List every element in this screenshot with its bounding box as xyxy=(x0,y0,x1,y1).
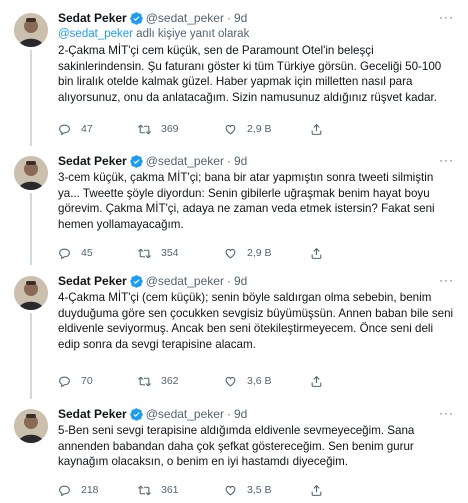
display-name[interactable]: Sedat Peker xyxy=(58,274,127,288)
verified-badge-icon xyxy=(129,407,143,421)
more-icon[interactable]: ··· xyxy=(439,10,454,24)
reply-icon xyxy=(59,248,70,259)
handle[interactable]: @sedat_peker xyxy=(146,154,224,168)
like-icon xyxy=(225,376,236,386)
reply-icon xyxy=(59,124,70,135)
tweet-header: Sedat Peker @sedat_peker · 9d ··· xyxy=(58,406,458,422)
separator-dot: · xyxy=(226,407,231,421)
separator-dot: · xyxy=(226,154,231,168)
like-count: 3,6 B xyxy=(247,375,272,387)
timestamp[interactable]: 9d xyxy=(234,154,247,168)
like-button[interactable]: 2,9 B xyxy=(224,246,310,260)
verified-badge-icon xyxy=(129,11,143,25)
more-icon[interactable]: ··· xyxy=(439,273,454,287)
share-button[interactable] xyxy=(310,122,350,136)
retweet-button[interactable]: 361 xyxy=(138,483,224,497)
verified-badge-icon xyxy=(129,154,143,168)
tweet-text: 4-Çakma MİT'çi (cem küçük); senin böyle … xyxy=(58,291,454,351)
tweet[interactable]: Sedat Peker @sedat_peker · 9d ··· 3-cem … xyxy=(0,143,468,265)
retweet-icon xyxy=(138,376,151,386)
timestamp[interactable]: 9d xyxy=(234,274,247,288)
like-icon xyxy=(225,485,236,495)
tweet-header: Sedat Peker @sedat_peker · 9d ··· xyxy=(58,153,458,169)
reply-context: @sedat_peker adlı kişiye yanıt olarak xyxy=(58,27,458,42)
tweet-header: Sedat Peker @sedat_peker · 9d ··· xyxy=(58,273,458,289)
tweet[interactable]: Sedat Peker @sedat_peker · 9d ··· 5-Ben … xyxy=(0,396,468,503)
tweet[interactable]: Sedat Peker @sedat_peker · 9d ··· 4-Çakm… xyxy=(0,263,468,399)
thread-line xyxy=(30,193,32,265)
display-name[interactable]: Sedat Peker xyxy=(58,154,127,168)
tweet-actions: 47 369 2,9 B xyxy=(58,122,378,136)
tweet-header: Sedat Peker @sedat_peker · 9d ··· xyxy=(58,10,458,26)
thread-line xyxy=(30,50,32,146)
timestamp[interactable]: 9d xyxy=(234,11,247,25)
separator-dot: · xyxy=(226,274,231,288)
share-icon xyxy=(311,247,322,259)
avatar-photo xyxy=(14,13,48,47)
share-icon xyxy=(311,375,322,387)
retweet-count: 354 xyxy=(161,247,179,259)
like-count: 3,5 B xyxy=(247,484,272,496)
like-icon xyxy=(225,124,236,134)
handle[interactable]: @sedat_peker xyxy=(146,274,224,288)
like-button[interactable]: 3,6 B xyxy=(224,374,310,388)
display-name[interactable]: Sedat Peker xyxy=(58,11,127,25)
share-button[interactable] xyxy=(310,374,350,388)
display-name[interactable]: Sedat Peker xyxy=(58,407,127,421)
share-button[interactable] xyxy=(310,246,350,260)
share-button[interactable] xyxy=(310,483,350,497)
reply-button[interactable]: 47 xyxy=(58,122,138,136)
timestamp[interactable]: 9d xyxy=(234,407,247,421)
tweet-thread: Sedat Peker @sedat_peker · 9d ··· @sedat… xyxy=(0,0,468,503)
reply-icon xyxy=(59,376,70,387)
share-icon xyxy=(311,484,322,496)
reply-button[interactable]: 45 xyxy=(58,246,138,260)
tweet-text: 5-Ben seni sevgi terapisine aldığımda el… xyxy=(58,424,415,468)
reply-button[interactable]: 70 xyxy=(58,374,138,388)
avatar[interactable] xyxy=(14,13,48,47)
reply-button[interactable]: 218 xyxy=(58,483,138,497)
more-icon[interactable]: ··· xyxy=(439,153,454,167)
retweet-count: 369 xyxy=(161,123,179,135)
more-icon[interactable]: ··· xyxy=(439,406,454,420)
like-count: 2,9 B xyxy=(247,123,272,135)
tweet-actions: 45 354 2,9 B xyxy=(58,246,378,260)
retweet-icon xyxy=(138,124,151,134)
retweet-button[interactable]: 369 xyxy=(138,122,224,136)
separator-dot: · xyxy=(226,11,231,25)
tweet[interactable]: Sedat Peker @sedat_peker · 9d ··· @sedat… xyxy=(0,0,468,146)
reply-mention-link[interactable]: @sedat_peker xyxy=(58,28,133,40)
reply-count: 47 xyxy=(81,123,93,135)
reply-context-text: adlı kişiye yanıt olarak xyxy=(132,28,250,40)
tweet-text: 2-Çakma MİT'çi cem küçük, sen de Paramou… xyxy=(58,44,442,104)
like-button[interactable]: 3,5 B xyxy=(224,483,310,497)
verified-badge-icon xyxy=(129,274,143,288)
tweet-actions: 218 361 3,5 B xyxy=(58,483,378,497)
reply-count: 218 xyxy=(81,484,99,496)
handle[interactable]: @sedat_peker xyxy=(146,407,224,421)
avatar-photo xyxy=(14,409,48,443)
avatar[interactable] xyxy=(14,156,48,190)
tweet-text: 3-cem küçük, çakma MİT'çi; bana bir atar… xyxy=(58,171,435,231)
retweet-icon xyxy=(138,248,151,258)
retweet-count: 362 xyxy=(161,375,179,387)
like-icon xyxy=(225,248,236,258)
like-count: 2,9 B xyxy=(247,247,272,259)
retweet-icon xyxy=(138,485,151,495)
avatar[interactable] xyxy=(14,276,48,310)
retweet-count: 361 xyxy=(161,484,179,496)
like-button[interactable]: 2,9 B xyxy=(224,122,310,136)
thread-line xyxy=(30,313,32,399)
retweet-button[interactable]: 362 xyxy=(138,374,224,388)
share-icon xyxy=(311,123,322,135)
avatar-photo xyxy=(14,276,48,310)
reply-count: 45 xyxy=(81,247,93,259)
reply-count: 70 xyxy=(81,375,93,387)
tweet-actions: 70 362 3,6 B xyxy=(58,374,378,388)
handle[interactable]: @sedat_peker xyxy=(146,11,224,25)
avatar[interactable] xyxy=(14,409,48,443)
reply-icon xyxy=(59,485,70,496)
retweet-button[interactable]: 354 xyxy=(138,246,224,260)
avatar-photo xyxy=(14,156,48,190)
